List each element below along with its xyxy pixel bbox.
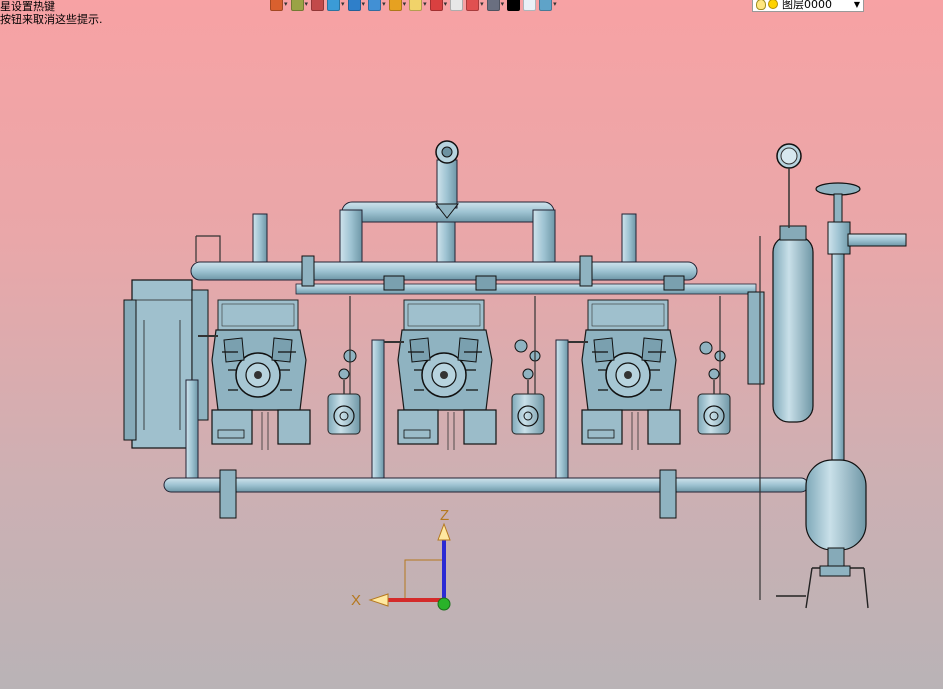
z-axis-label: Z (440, 507, 449, 524)
suction-header (339, 140, 556, 269)
liquid-receiver (747, 225, 814, 600)
axis-triad: Z X (351, 507, 451, 611)
compressor-3 (581, 299, 681, 451)
oil-pot-2 (511, 368, 545, 435)
x-axis-label: X (351, 592, 361, 609)
oil-pot-3 (697, 368, 731, 435)
model-viewport[interactable]: Z X (0, 0, 943, 689)
compressor-2 (397, 299, 497, 451)
pressure-gauge (776, 143, 802, 228)
upper-pipe-rail (190, 213, 757, 295)
stop-valve-column (815, 182, 907, 461)
lower-pipe-rail (163, 469, 809, 519)
oil-pot-1 (327, 368, 361, 435)
compressor-1 (211, 299, 311, 451)
